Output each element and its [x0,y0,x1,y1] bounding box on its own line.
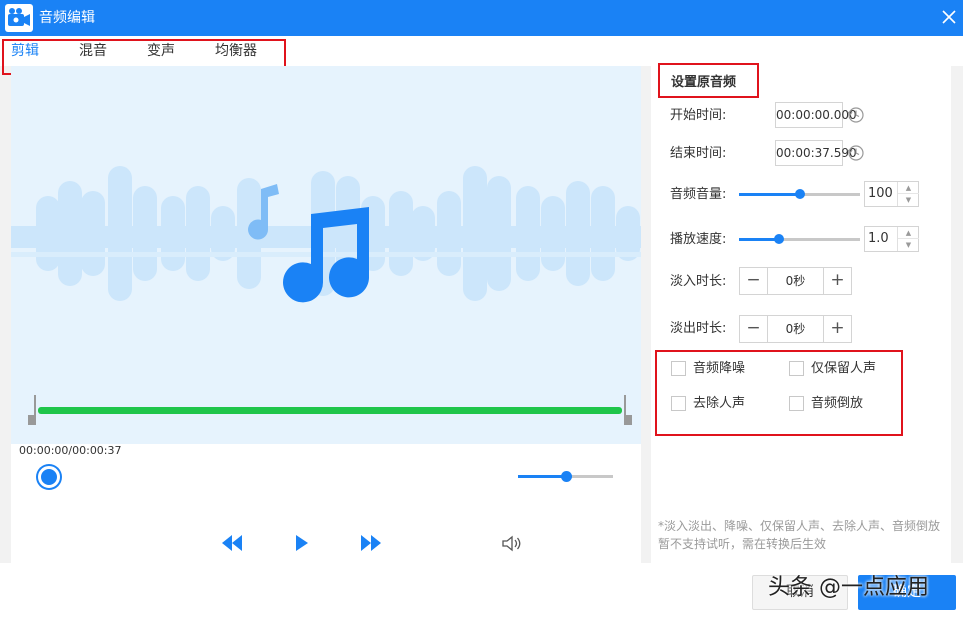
remove-vocal-checkbox[interactable] [671,396,686,411]
fade-out-decrease-button[interactable]: − [740,316,768,342]
denoise-label[interactable]: 音频降噪 [693,361,745,377]
speed-label: 播放速度: [670,232,727,247]
trim-start-bracket[interactable] [28,395,38,425]
fade-in-label: 淡入时长: [670,274,727,289]
volume-slider[interactable] [739,189,860,199]
end-time-input[interactable]: 00:00:37.590 [775,140,857,166]
window-title: 音频编辑 [39,10,95,26]
fade-in-value[interactable]: 0秒 [768,268,823,294]
speed-value[interactable]: 1.0 [868,231,889,247]
volume-spinbox[interactable]: 100 ▲ ▼ [864,181,919,207]
speed-slider-fill [739,238,779,241]
trim-range-track[interactable] [38,407,622,414]
fade-in-decrease-button[interactable]: − [740,268,768,294]
play-icon[interactable] [295,534,309,552]
volume-spin-arrows: ▲ ▼ [897,182,919,206]
speed-slider-knob[interactable] [773,234,784,244]
speed-decrease-button[interactable]: ▼ [898,239,919,251]
tab-equalizer[interactable]: 均衡器 [215,42,257,60]
speed-slider[interactable] [739,234,860,244]
tab-voice-change[interactable]: 变声 [147,42,175,60]
fade-in-stepper[interactable]: − 0秒 + [739,267,852,295]
volume-slider-fill [739,193,800,196]
volume-increase-button[interactable]: ▲ [898,182,919,194]
settings-title: 设置原音频 [671,75,737,90]
end-time-label: 结束时间: [670,146,727,161]
trim-end-bracket[interactable] [622,395,632,425]
vocal-only-label[interactable]: 仅保留人声 [811,361,876,377]
tab-mix[interactable]: 混音 [79,42,107,60]
volume-decrease-button[interactable]: ▼ [898,194,919,206]
fast-forward-icon[interactable] [360,534,382,552]
cancel-button[interactable]: 取消 [752,575,848,610]
player-volume-slider[interactable] [518,471,613,482]
audio-preview [11,66,641,444]
player-volume-knob[interactable] [560,471,572,482]
time-display: 00:00:00/00:00:37 [19,444,122,457]
app-icon [5,4,33,32]
close-button[interactable] [938,6,960,28]
hint-note: *淡入淡出、降噪、仅保留人声、去除人声、音频倒放暂不支持试听，需在转换后生效 [658,519,941,551]
fade-in-increase-button[interactable]: + [823,268,851,294]
fade-out-increase-button[interactable]: + [823,316,851,342]
tab-clip[interactable]: 剪辑 [11,42,39,60]
vocal-only-checkbox[interactable] [789,361,804,376]
remove-vocal-label[interactable]: 去除人声 [693,396,745,412]
preview-panel [11,66,641,563]
speed-spinbox[interactable]: 1.0 ▲ ▼ [864,226,919,252]
title-bar: 音频编辑 [0,0,963,36]
volume-icon[interactable] [502,535,522,552]
speed-increase-button[interactable]: ▲ [898,227,919,239]
clock-icon[interactable] [847,106,865,124]
clock-icon[interactable] [847,144,865,162]
settings-panel: 设置原音频 开始时间: 00:00:00.000 结束时间: 00:00:37.… [651,66,951,563]
reverse-label[interactable]: 音频倒放 [811,396,863,412]
fade-out-stepper[interactable]: − 0秒 + [739,315,852,343]
tab-bar: 剪辑 混音 变声 均衡器 [0,36,963,66]
fade-out-value[interactable]: 0秒 [768,316,823,342]
volume-slider-knob[interactable] [794,189,805,199]
close-icon [942,10,956,24]
playhead-handle[interactable] [38,466,60,488]
volume-value[interactable]: 100 [868,186,893,202]
player-volume-fill [518,475,566,478]
start-time-label: 开始时间: [670,108,727,123]
volume-label: 音频音量: [670,187,727,202]
denoise-checkbox[interactable] [671,361,686,376]
rewind-icon[interactable] [221,534,243,552]
start-time-input[interactable]: 00:00:00.000 [775,102,857,128]
speed-spin-arrows: ▲ ▼ [897,227,919,251]
reverse-checkbox[interactable] [789,396,804,411]
fade-out-label: 淡出时长: [670,321,727,336]
timeline-area [11,444,641,563]
confirm-button[interactable]: 确定 [858,575,956,610]
